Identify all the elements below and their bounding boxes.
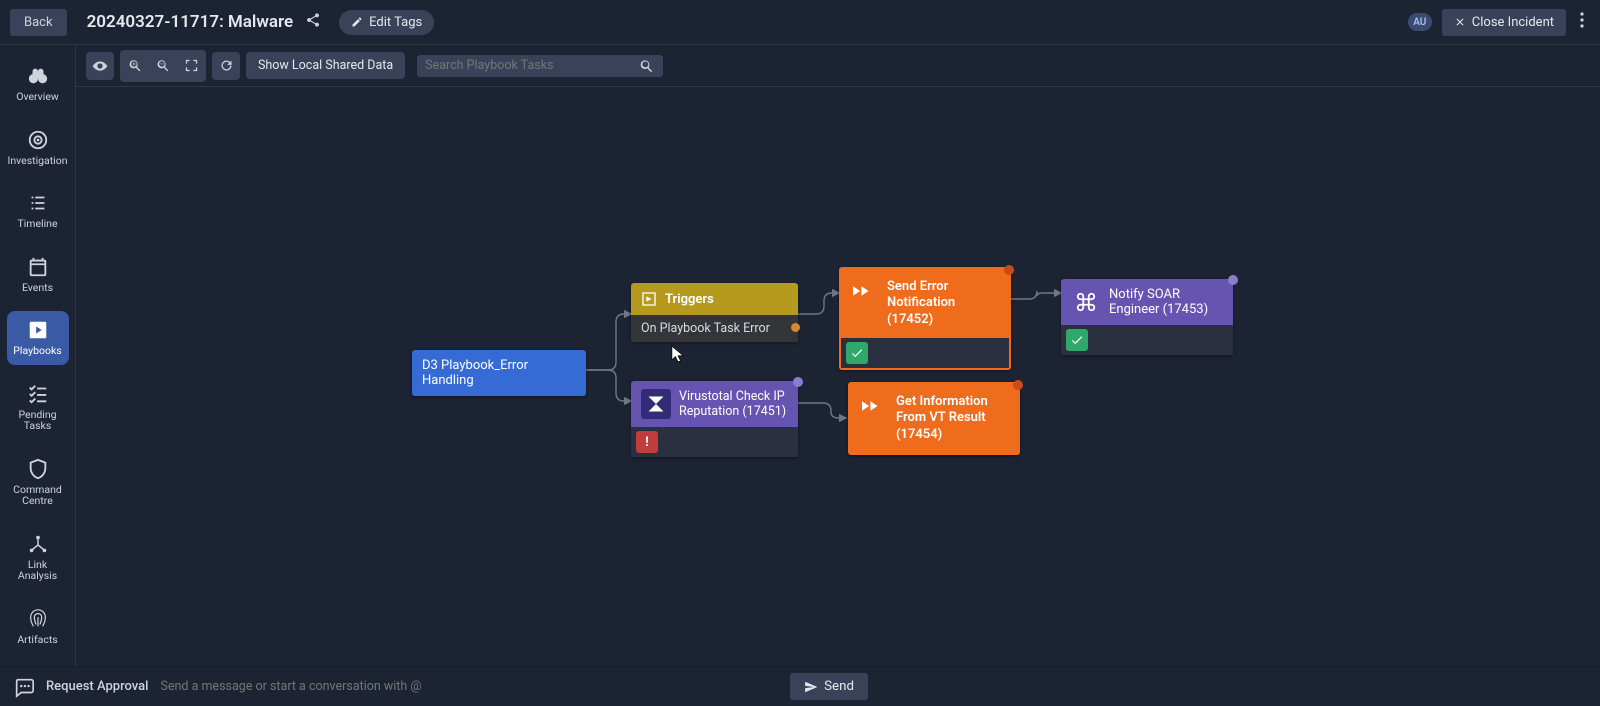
- status-error-icon: !: [636, 431, 658, 453]
- zoom-out-icon: [156, 58, 171, 73]
- footer-chat: Request Approval Send: [0, 666, 1600, 706]
- port-err: [1013, 380, 1023, 390]
- close-incident-label: Close Incident: [1472, 15, 1554, 30]
- sidebar-label-artifacts: Artifacts: [17, 634, 57, 646]
- close-incident-button[interactable]: Close Incident: [1442, 9, 1566, 36]
- eye-icon: [92, 58, 108, 74]
- avatar[interactable]: AU: [1408, 13, 1432, 31]
- send-button[interactable]: Send: [790, 673, 868, 700]
- command-icon: [1071, 287, 1101, 317]
- node-vt-result-label: Get Information From VT Result (17454): [896, 394, 1006, 443]
- zoom-in-button[interactable]: [122, 52, 148, 80]
- node-notify-soar-label: Notify SOAR Engineer (17453): [1109, 287, 1223, 317]
- status-success-icon: [846, 342, 868, 364]
- checklist-icon: [27, 383, 49, 405]
- search-input[interactable]: [425, 58, 635, 73]
- show-local-button[interactable]: Show Local Shared Data: [246, 52, 405, 79]
- sidebar-label-timeline: Timeline: [17, 218, 57, 230]
- pencil-icon: [351, 16, 363, 28]
- binoculars-icon: [27, 65, 49, 87]
- share-icon[interactable]: [305, 12, 321, 32]
- status-strip: [841, 338, 1009, 368]
- node-vt-check-label: Virustotal Check IP Reputation (17451): [679, 389, 788, 419]
- node-send-error[interactable]: Send Error Notification (17452): [839, 267, 1011, 370]
- visibility-button[interactable]: [86, 52, 114, 80]
- zoom-in-icon: [128, 58, 143, 73]
- node-vt-result[interactable]: Get Information From VT Result (17454): [848, 382, 1020, 455]
- playbook-canvas[interactable]: D3 Playbook_Error Handling Triggers On P…: [76, 87, 1600, 666]
- send-label: Send: [824, 679, 854, 694]
- sidebar-label-pending-tasks: Pending Tasks: [9, 409, 67, 432]
- more-menu-icon[interactable]: [1574, 8, 1590, 36]
- sidebar-item-artifacts[interactable]: Artifacts: [7, 600, 69, 654]
- sidebar-item-investigation[interactable]: Investigation: [7, 121, 69, 175]
- cursor-icon: [671, 345, 685, 367]
- fingerprint-icon: [27, 608, 49, 630]
- back-button[interactable]: Back: [10, 9, 67, 36]
- search-wrap: [417, 55, 663, 77]
- node-triggers-body: On Playbook Task Error: [631, 315, 798, 342]
- sidebar-item-link-analysis[interactable]: Link Analysis: [7, 525, 69, 590]
- sidebar-item-pending-tasks[interactable]: Pending Tasks: [7, 375, 69, 440]
- node-triggers[interactable]: Triggers On Playbook Task Error: [631, 283, 798, 342]
- refresh-icon: [219, 58, 234, 73]
- zoom-group: [120, 50, 206, 82]
- graph-icon: [27, 533, 49, 555]
- connection-lines: [76, 87, 1600, 666]
- sidebar-label-overview: Overview: [16, 91, 59, 103]
- node-notify-soar[interactable]: Notify SOAR Engineer (17453): [1061, 279, 1233, 355]
- sidebar-label-investigation: Investigation: [7, 155, 67, 167]
- virustotal-icon: [641, 389, 671, 419]
- zoom-out-button[interactable]: [150, 52, 176, 80]
- sidebar-label-playbooks: Playbooks: [13, 345, 61, 357]
- trigger-icon: [641, 291, 657, 307]
- timeline-icon: [27, 192, 49, 214]
- playbooks-icon: [27, 319, 49, 341]
- forward-icon: [853, 282, 877, 300]
- node-send-error-label: Send Error Notification (17452): [887, 279, 997, 328]
- port-out: [791, 323, 800, 332]
- node-root-label: D3 Playbook_Error Handling: [422, 358, 576, 388]
- incident-title: 20240327-11717: Malware: [87, 12, 294, 32]
- forward-icon: [862, 397, 886, 415]
- sidebar-item-overview[interactable]: Overview: [7, 57, 69, 111]
- shield-icon: [27, 458, 49, 480]
- close-icon: [1454, 16, 1466, 28]
- node-vt-check[interactable]: Virustotal Check IP Reputation (17451) !: [631, 381, 798, 457]
- request-approval-label[interactable]: Request Approval: [46, 679, 148, 694]
- page-header: Back 20240327-11717: Malware Edit Tags A…: [0, 0, 1600, 45]
- send-icon: [804, 680, 818, 694]
- sidebar-label-events: Events: [22, 282, 53, 294]
- calendar-icon: [27, 256, 49, 278]
- sidebar-label-command-centre: Command Centre: [9, 484, 67, 507]
- sidebar: Overview Investigation Timeline Events P…: [0, 45, 76, 666]
- port-top: [1228, 275, 1238, 285]
- node-root[interactable]: D3 Playbook_Error Handling: [412, 350, 586, 396]
- status-strip: [1061, 325, 1233, 355]
- canvas-toolbar: Show Local Shared Data: [76, 45, 1600, 87]
- edit-tags-button[interactable]: Edit Tags: [339, 10, 434, 35]
- status-strip: !: [631, 427, 798, 457]
- target-icon: [27, 129, 49, 151]
- sidebar-label-link-analysis: Link Analysis: [9, 559, 67, 582]
- refresh-button[interactable]: [212, 52, 240, 80]
- sidebar-item-command-centre[interactable]: Command Centre: [7, 450, 69, 515]
- node-triggers-label: Triggers: [665, 292, 714, 307]
- fit-button[interactable]: [178, 52, 204, 80]
- edit-tags-label: Edit Tags: [369, 15, 422, 30]
- fit-icon: [184, 58, 199, 73]
- sidebar-item-timeline[interactable]: Timeline: [7, 184, 69, 238]
- status-success-icon: [1066, 329, 1088, 351]
- port-err: [1004, 265, 1014, 275]
- port-top: [793, 377, 803, 387]
- chat-input[interactable]: [160, 679, 790, 694]
- sidebar-item-playbooks[interactable]: Playbooks: [7, 311, 69, 365]
- sidebar-item-events[interactable]: Events: [7, 248, 69, 302]
- chat-icon[interactable]: [12, 675, 36, 699]
- search-icon[interactable]: [639, 58, 655, 74]
